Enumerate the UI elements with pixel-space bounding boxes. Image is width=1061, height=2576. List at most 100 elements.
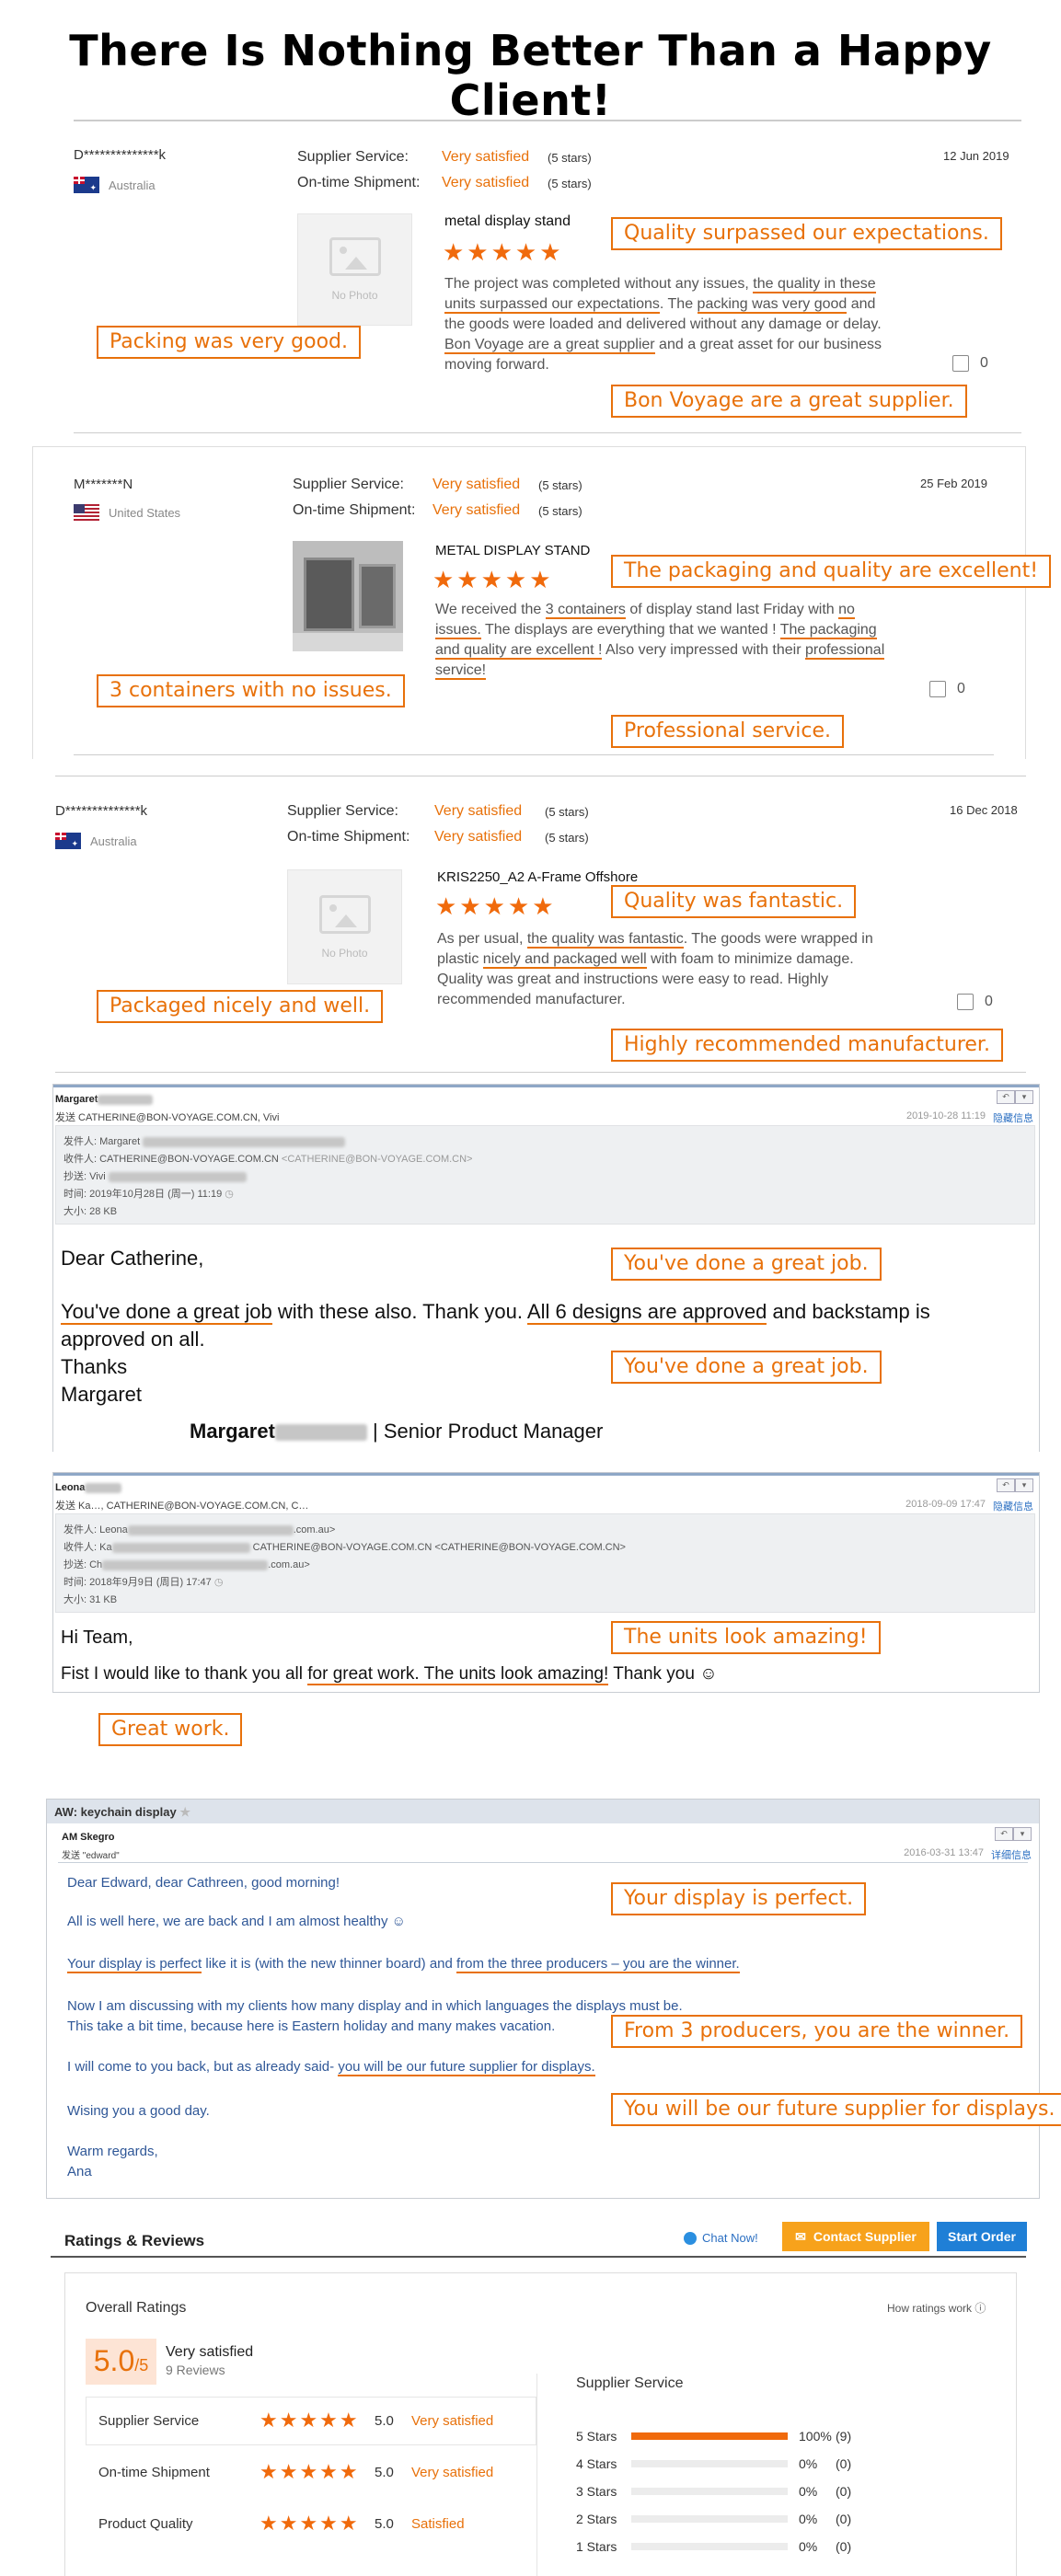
email-recipients: 发送 CATHERINE@BON-VOYAGE.COM.CN, Vivi (55, 1112, 280, 1123)
callout-quality: Quality surpassed our expectations. (611, 217, 1002, 250)
details-link[interactable]: 详细信息 (991, 1847, 1032, 1862)
distribution-bar (631, 2432, 788, 2440)
meta-to: 收件人: CATHERINE@BON-VOYAGE.COM.CN <CATHER… (63, 1154, 473, 1165)
overall-score: 5.0/5 (86, 2339, 156, 2385)
service-value: Very satisfied (442, 149, 530, 165)
no-photo-placeholder: No Photo (297, 213, 412, 326)
distribution-count: (9) (836, 2429, 852, 2444)
divider (1025, 446, 1026, 759)
reviewer-name: D**************k (55, 803, 148, 819)
dropdown-icon[interactable]: ▾ (1013, 1827, 1032, 1841)
dropdown-icon[interactable]: ▾ (1015, 1090, 1033, 1104)
distribution-percent: 0% (799, 2539, 818, 2554)
service-stars: (5 stars) (548, 151, 592, 165)
distribution-row: 3 Stars 0% (0) (576, 2484, 851, 2499)
how-ratings-work-link[interactable]: How ratings work ⓘ (887, 2300, 986, 2316)
callout-packaging: The packaging and quality are excellent! (611, 555, 1052, 588)
highlighted-text: packing was very good (697, 296, 848, 314)
service-stars: (5 stars) (538, 478, 582, 492)
text-span: Wising you a good day. (67, 2103, 210, 2119)
email-panel: AW: keychain display ★ AM Skegro 发送 "edw… (46, 1799, 1040, 2199)
email-line: All is well here, we are back and I am a… (67, 1912, 406, 1932)
contact-supplier-button[interactable]: ✉ Contact Supplier (782, 2222, 929, 2251)
distribution-bar (631, 2543, 788, 2550)
reply-icon[interactable]: ↶ (995, 1827, 1013, 1841)
callout-containers: 3 containers with no issues. (97, 674, 405, 707)
like-button[interactable]: 0 (957, 994, 993, 1010)
like-button[interactable]: 0 (929, 681, 965, 697)
email-line: Ana (67, 2162, 92, 2182)
callout-amazing: The units look amazing! (611, 1621, 881, 1654)
chat-now-button[interactable]: Chat Now! (684, 2231, 758, 2245)
ratings-header: Ratings & Reviews (64, 2232, 205, 2249)
divider (74, 754, 994, 755)
distribution-row: 1 Stars 0% (0) (576, 2539, 851, 2554)
reply-icon[interactable]: ↶ (997, 1090, 1015, 1104)
rating-stars: ★★★★★ (259, 2409, 360, 2432)
callout-winner: From 3 producers, you are the winner. (611, 2015, 1023, 2048)
distribution-percent: 0% (799, 2484, 818, 2499)
email-greeting: Hi Team, (61, 1627, 133, 1648)
thumbs-up-icon (929, 681, 946, 697)
text-span: As per usual, (437, 931, 527, 947)
email-sender: Leona (55, 1482, 122, 1493)
start-order-button[interactable]: Start Order (937, 2222, 1027, 2251)
usa-flag-icon (74, 504, 99, 521)
meta-cc: 抄送: Ch .com.au> (63, 1559, 310, 1570)
hide-details-link[interactable]: 隐藏信息 (993, 1499, 1033, 1513)
highlighted-text: Bon Voyage are a great supplier (444, 337, 655, 354)
email-subject-bar (47, 1800, 1039, 1823)
shipment-stars: (5 stars) (538, 504, 582, 518)
chat-icon (684, 2231, 697, 2245)
hide-details-link[interactable]: 隐藏信息 (993, 1110, 1033, 1125)
reviewer-name: M*******N (74, 477, 133, 492)
image-placeholder-icon (318, 894, 371, 934)
email-body: You've done a great job with these also.… (61, 1298, 999, 1353)
text-span: The project was completed without any is… (444, 276, 754, 292)
meta-from: 发件人: Margaret (63, 1133, 1027, 1151)
distribution-bar (631, 2460, 788, 2467)
category-row: Product Quality ★★★★★ 5.0 Satisfied (98, 2512, 465, 2535)
review-text: We received the 3 containers of display … (435, 600, 886, 681)
shipment-label: On-time Shipment: (287, 829, 410, 845)
distribution-count: (0) (836, 2456, 852, 2471)
distribution-title: Supplier Service (576, 2375, 684, 2391)
email-date: 2018-09-09 17:47 (905, 1499, 986, 1510)
text-span: Fist I would like to thank you all (61, 1664, 308, 1684)
email-thanks: Thanks (61, 1355, 128, 1378)
meta-size: 大小: 31 KB (63, 1594, 118, 1605)
text-span: Ana (67, 2164, 92, 2179)
star-level: 4 Stars (576, 2456, 617, 2471)
email-line: This take a bit time, because here is Ea… (67, 2017, 555, 2037)
distribution-bar (631, 2488, 788, 2495)
highlighted-text: 3 containers (545, 602, 626, 619)
shipment-stars: (5 stars) (548, 177, 592, 190)
email-signoff: Margaret (61, 1383, 143, 1406)
text-span: I will come to you back, but as already … (67, 2059, 339, 2075)
rating-stars: ★★★★★ (435, 892, 557, 920)
distribution-percent: 100% (799, 2429, 832, 2444)
star-icon[interactable]: ★ (179, 1805, 190, 1819)
text-span: with these also. Thank you. (271, 1300, 527, 1323)
text-span: Dear Edward, dear Cathreen, good morning… (67, 1875, 340, 1891)
email-subject: AW: keychain display ★ (54, 1805, 190, 1819)
reply-icon[interactable]: ↶ (997, 1478, 1015, 1492)
like-button[interactable]: 0 (952, 355, 988, 372)
product-photo[interactable] (293, 541, 403, 651)
meta-to: 收件人: Ka CATHERINE@BON-VOYAGE.COM.CN <CAT… (63, 1542, 626, 1553)
highlighted-text: the quality was fantastic (526, 931, 684, 949)
text-span: The displays are everything that we want… (480, 622, 780, 638)
review-date: 25 Feb 2019 (920, 477, 988, 490)
email-greeting: Dear Catherine, (61, 1247, 204, 1270)
star-level: 3 Stars (576, 2484, 617, 2499)
thumbs-up-icon (952, 355, 969, 372)
email-panel: Leona 发送 Ka…, CATHERINE@BON-VOYAGE.COM.C… (52, 1472, 1040, 1693)
email-date: 2019-10-28 11:19 (905, 1110, 986, 1121)
email-meta: 发件人: Margaret 收件人: CATHERINE@BON-VOYAGE.… (55, 1125, 1035, 1225)
dropdown-icon[interactable]: ▾ (1015, 1478, 1033, 1492)
highlighted-text: nicely and packaged well (482, 951, 647, 969)
shipment-value: Very satisfied (434, 829, 523, 845)
callout-packaged: Packaged nicely and well. (97, 990, 384, 1023)
email-sender: AM Skegro (62, 1832, 115, 1843)
distribution-row: 5 Stars 100% (9) (576, 2429, 851, 2444)
